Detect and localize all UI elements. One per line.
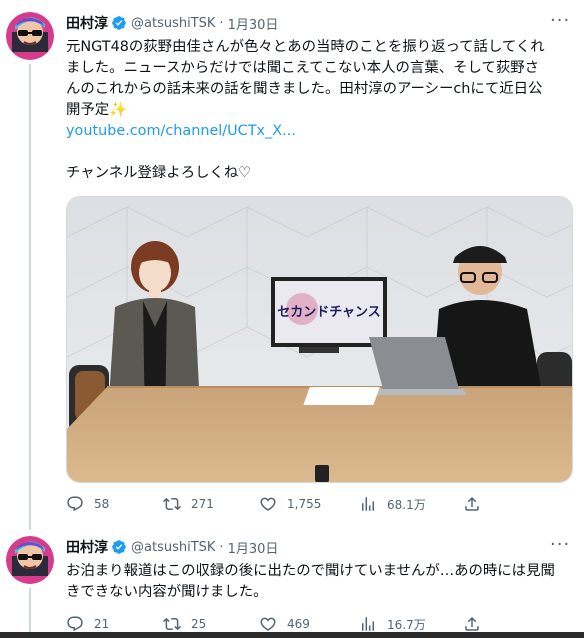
reply-icon [67, 496, 83, 512]
reply-button[interactable]: 58 [66, 494, 163, 514]
author-handle[interactable]: @atsushiTSK [131, 540, 215, 555]
separator-dot: · [219, 539, 224, 555]
share-icon [465, 616, 479, 631]
retweet-button[interactable]: 271 [163, 494, 259, 514]
more-icon[interactable]: ··· [550, 12, 570, 34]
text-line: お泊まり報道はこの収録の後に出たので聞けていませんが…あの時には見聞 [66, 563, 555, 579]
share-icon [465, 496, 479, 511]
views-icon [362, 497, 374, 511]
text-line: きできない内容が聞けました。 [66, 584, 268, 600]
verified-icon [111, 539, 127, 555]
views-count: 16.7万 [387, 617, 426, 632]
text-fragment: 開予定 [66, 102, 110, 118]
tweet-date[interactable]: 1月30日 [228, 14, 279, 33]
tweet-text: 元NGT48の荻野由佳さんが色々とあの当時のことを振り返って話してくれ ました。… [66, 37, 572, 184]
text-line: ました。ニュースからだけでは聞こえてこない本人の言葉、そして荻野さ [66, 60, 540, 76]
window-bottom-edge [0, 632, 584, 638]
tweet-date[interactable]: 1月30日 [228, 538, 279, 557]
reply-button[interactable]: 21 [66, 614, 163, 634]
retweet-icon [163, 497, 181, 511]
like-count: 469 [287, 617, 310, 631]
tweet-header: 田村淳 @atsushiTSK · 1月30日 [66, 13, 278, 33]
reply-count: 21 [94, 617, 110, 631]
tweet-media-image[interactable]: セカンドチャンス [66, 196, 573, 483]
views-button[interactable]: 68.1万 [359, 494, 463, 514]
text-line: んのこれからの話未来の話を聞きました。田村淳のアーシーchにて近日公 [66, 81, 543, 97]
monitor-text: セカンドチャンス [277, 305, 381, 320]
tweet-header: 田村淳 @atsushiTSK · 1月30日 [66, 537, 278, 557]
media-photo: セカンドチャンス [67, 197, 572, 482]
retweet-count: 25 [191, 617, 207, 631]
like-button[interactable]: 469 [259, 614, 359, 634]
thread-connector [29, 64, 31, 530]
author-name[interactable]: 田村淳 [66, 537, 108, 557]
like-icon [260, 497, 276, 511]
like-button[interactable]: 1,755 [259, 494, 359, 514]
tweet-text: お泊まり報道はこの収録の後に出たので聞けていませんが…あの時には見聞 きできない… [66, 561, 572, 603]
reply-icon [67, 616, 83, 632]
like-count: 1,755 [287, 497, 322, 511]
text-line: 元NGT48の荻野由佳さんが色々とあの当時のことを振り返って話してくれ [66, 39, 545, 55]
avatar[interactable] [6, 536, 54, 584]
more-icon[interactable]: ··· [550, 536, 570, 558]
tweet-actions: 58 271 1,755 68.1万 [66, 494, 503, 514]
author-name[interactable]: 田村淳 [66, 13, 108, 33]
tweet-link[interactable]: youtube.com/channel/UCTx_X... [66, 121, 572, 142]
retweet-count: 271 [191, 497, 214, 511]
tweet-actions: 21 25 469 16.7万 [66, 614, 503, 634]
views-icon [362, 617, 374, 631]
share-button[interactable] [463, 614, 503, 634]
thread-connector [29, 588, 31, 632]
retweet-button[interactable]: 25 [163, 614, 259, 634]
tweet-2[interactable]: 田村淳 @atsushiTSK · 1月30日 ··· お泊まり報道はこの収録の… [0, 520, 584, 632]
avatar[interactable] [6, 12, 54, 60]
tweet-1[interactable]: 田村淳 @atsushiTSK · 1月30日 ··· 元NGT48の荻野由佳さ… [0, 0, 584, 530]
views-button[interactable]: 16.7万 [359, 614, 463, 634]
reply-count: 58 [94, 497, 110, 511]
retweet-icon [163, 617, 181, 631]
text-line: 開予定✨ [66, 100, 572, 121]
text-line: チャンネル登録よろしくね♡ [66, 165, 252, 181]
sparkle-emoji: ✨ [109, 102, 128, 118]
share-button[interactable] [463, 494, 503, 514]
like-icon [260, 617, 276, 631]
views-count: 68.1万 [387, 497, 426, 512]
author-handle[interactable]: @atsushiTSK [131, 16, 215, 31]
separator-dot: · [219, 15, 224, 31]
verified-icon [111, 15, 127, 31]
